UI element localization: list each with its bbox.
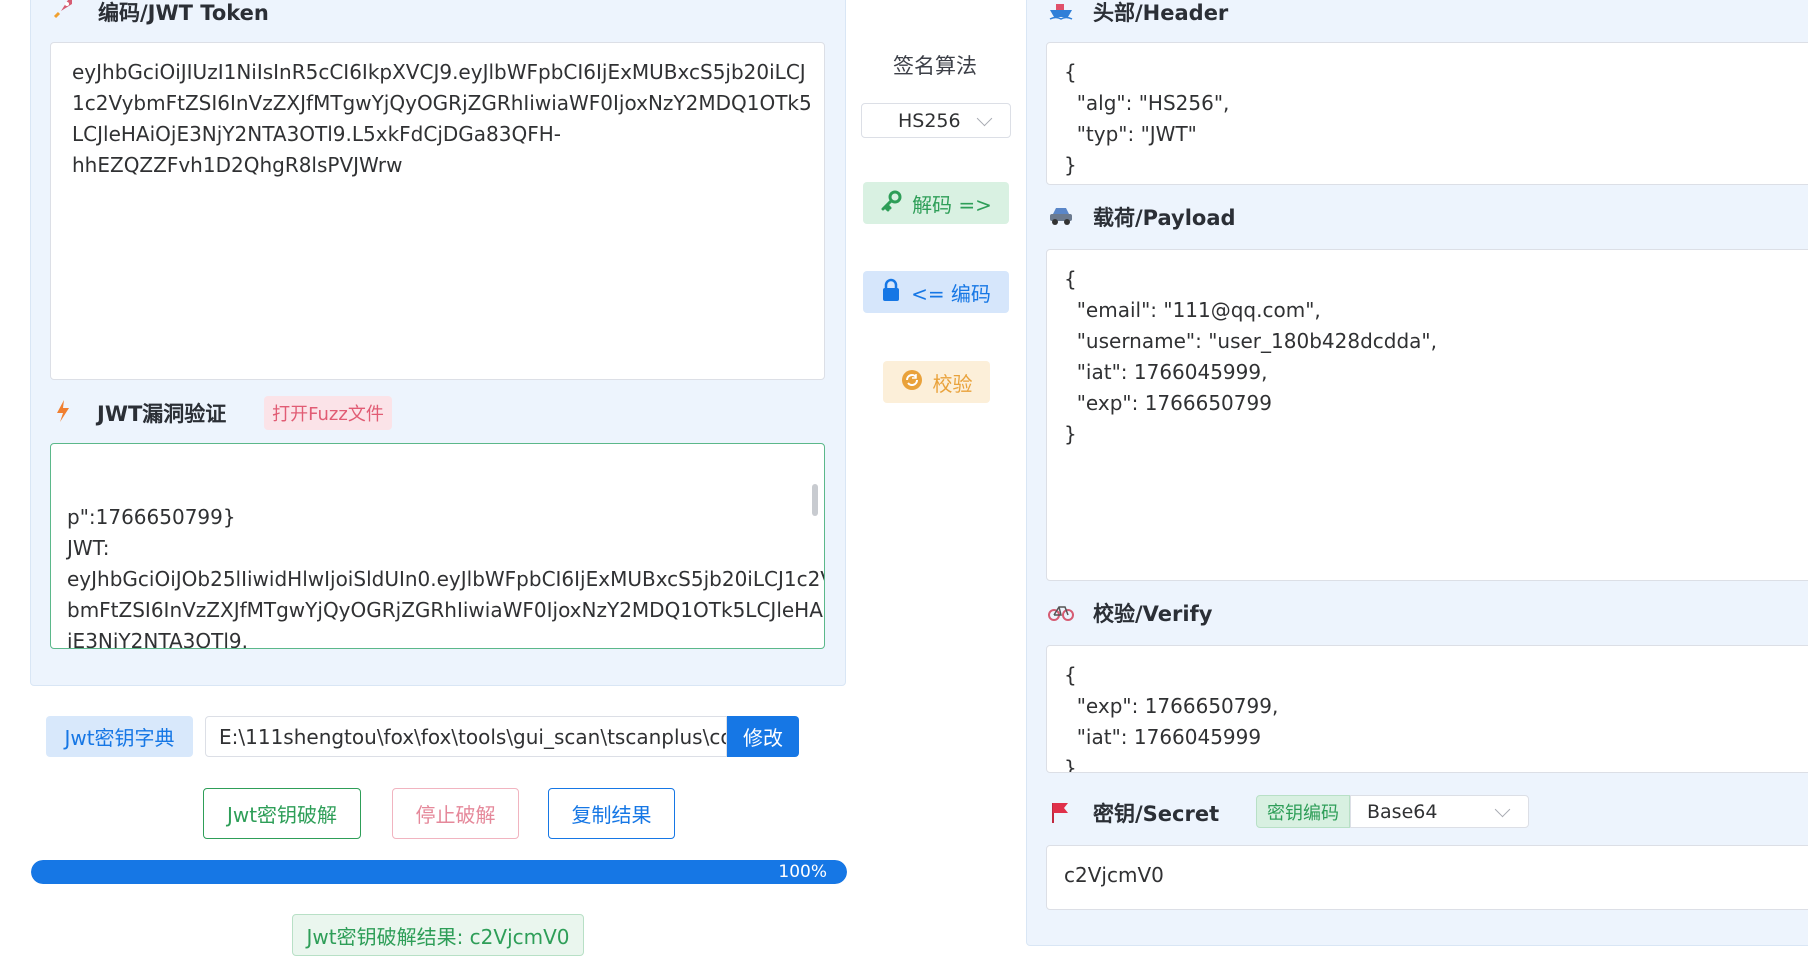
open-fuzz-button[interactable]: 打开Fuzz文件 <box>264 396 392 430</box>
token-textarea[interactable]: eyJhbGciOiJIUzI1NiIsInR5cCI6IkpXVCJ9.eyJ… <box>50 42 825 380</box>
algorithm-label: 签名算法 <box>893 54 977 78</box>
decode-button[interactable]: 解码 => <box>863 182 1009 224</box>
progress-text: 100% <box>778 862 827 882</box>
payload-textarea[interactable]: { "email": "111@qq.com", "username": "us… <box>1046 249 1808 581</box>
chevron-down-icon <box>1494 801 1511 818</box>
crack-button[interactable]: Jwt密钥破解 <box>203 788 361 839</box>
progress-fill: 100% <box>31 860 847 884</box>
vuln-title: JWT漏洞验证 <box>97 402 227 426</box>
encode-title: 编码/JWT Token <box>98 1 269 25</box>
modify-button[interactable]: 修改 <box>727 716 799 757</box>
chevron-down-icon <box>976 110 993 127</box>
verify-button[interactable]: 校验 <box>883 361 990 403</box>
vuln-output-text: p":1766650799} JWT: eyJhbGciOiJOb25lIiwi… <box>67 505 825 649</box>
bicycle-icon <box>1048 600 1074 626</box>
lightning-icon <box>54 398 72 428</box>
header-textarea[interactable]: { "alg": "HS256", "typ": "JWT" } <box>1046 42 1808 185</box>
secret-encoding-label: 密钥编码 <box>1256 795 1350 828</box>
vuln-output-textarea[interactable]: p":1766650799} JWT: eyJhbGciOiJOb25lIiwi… <box>50 443 825 649</box>
secret-title: 密钥/Secret <box>1093 802 1220 826</box>
jwt-dict-label: Jwt密钥字典 <box>46 716 193 757</box>
header-title: 头部/Header <box>1093 1 1229 25</box>
dict-path-input[interactable]: E:\111shengtou\fox\fox\tools\gui_scan\ts… <box>205 716 727 757</box>
vuln-output-scrollbar[interactable] <box>812 484 818 516</box>
car-icon <box>1048 204 1074 230</box>
verify-label: 校验 <box>932 371 973 396</box>
secret-encoding-value: Base64 <box>1367 800 1438 823</box>
encode-label: <= 编码 <box>911 281 991 306</box>
flag-icon <box>1048 800 1072 828</box>
stop-crack-button[interactable]: 停止破解 <box>392 788 519 839</box>
crack-result-badge: Jwt密钥破解结果: c2VjcmV0 <box>292 914 584 956</box>
verify-title: 校验/Verify <box>1093 602 1213 626</box>
refresh-icon <box>901 369 923 396</box>
rocket-icon <box>50 0 76 26</box>
ship-icon <box>1048 0 1074 24</box>
secret-input[interactable]: c2VjcmV0 <box>1046 845 1808 910</box>
encode-button[interactable]: <= 编码 <box>863 271 1009 313</box>
algorithm-value: HS256 <box>898 109 961 132</box>
crack-progress-bar: 100% <box>31 860 847 884</box>
payload-title: 载荷/Payload <box>1093 206 1236 230</box>
verify-textarea[interactable]: { "exp": 1766650799, "iat": 1766045999 } <box>1046 645 1808 773</box>
lock-icon <box>881 278 901 307</box>
secret-encoding-select[interactable]: Base64 <box>1350 795 1529 828</box>
copy-result-button[interactable]: 复制结果 <box>548 788 675 839</box>
key-icon <box>880 190 902 217</box>
algorithm-select[interactable]: HS256 <box>861 103 1011 138</box>
decode-label: 解码 => <box>912 192 992 217</box>
